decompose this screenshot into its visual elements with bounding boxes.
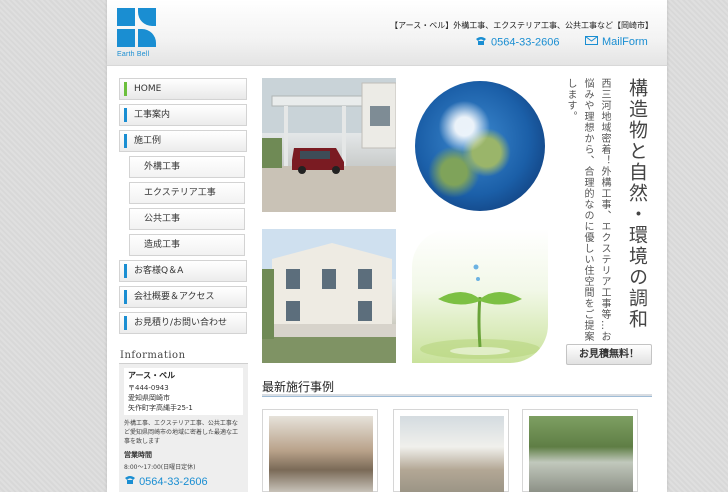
main-subtext: 西三河地域密着！外構工事、エクステリア工事等…お悩みや理想から、合理的なのに優し… <box>565 78 610 342</box>
info-address-block: アース・ベル 〒444-0943 愛知県岡崎市 矢作町字高縄手25-1 <box>124 368 243 415</box>
address-line-1: 愛知県岡崎市 <box>128 394 170 402</box>
recent-works-heading: 最新施行事例 <box>262 380 335 394</box>
nav-sub-public-works[interactable]: 公共工事 <box>129 208 245 230</box>
sprout-image <box>412 229 548 363</box>
nav-sub-exterior-construction[interactable]: エクステリア工事 <box>129 182 245 204</box>
recent-work-card[interactable] <box>522 409 638 492</box>
recent-work-card[interactable] <box>262 409 378 492</box>
globe <box>415 81 545 211</box>
main-headline: 構造物と自然・環境の調和 <box>626 78 648 330</box>
sidebar-nav: HOME 工事案内 施工例 外構工事 エクステリア工事 公共工事 造成工事 お客… <box>119 78 247 338</box>
nav-label: 会社概要＆アクセス <box>134 292 215 302</box>
company-description: 外構工事、エクステリア工事、公共工事など愛知県岡崎市の地域に密着した最適な工事を… <box>124 420 239 445</box>
free-estimate-button[interactable]: お見積無料！ <box>566 344 652 365</box>
logo-square <box>117 29 135 47</box>
nav-label: 工事案内 <box>134 110 171 120</box>
information-heading: Information <box>120 350 186 361</box>
header-phone-number: 0564-33-2606 <box>491 36 560 49</box>
header-phone[interactable]: 0564-33-2606 <box>475 36 560 49</box>
nav-label: 造成工事 <box>144 240 181 250</box>
house-photo <box>262 229 396 363</box>
nav-label: エクステリア工事 <box>144 188 216 198</box>
recent-works-divider <box>262 394 652 397</box>
nav-home[interactable]: HOME <box>119 78 247 100</box>
logo-square <box>117 8 135 26</box>
mailform-label: MailForm <box>602 36 648 48</box>
info-phone[interactable]: 0564-33-2606 <box>124 475 243 488</box>
earth-globe-image <box>412 78 548 214</box>
recent-work-thumbnail <box>269 416 373 492</box>
earth-bell-logo[interactable]: Earth Bell <box>117 8 159 58</box>
business-hours-title: 営業時間 <box>124 451 152 459</box>
phone-icon <box>124 476 139 488</box>
business-hours: 8:00～17:00(日曜日定休) <box>124 464 196 471</box>
nav-sub-land-development[interactable]: 造成工事 <box>129 234 245 256</box>
mailform-link[interactable]: MailForm <box>585 36 648 48</box>
nav-label: 外構工事 <box>144 162 181 172</box>
nav-label: お見積り/お問い合わせ <box>134 318 228 328</box>
phone-icon <box>475 36 487 49</box>
recent-work-thumbnail <box>400 416 504 492</box>
logo-text: Earth Bell <box>117 51 150 58</box>
nav-sub-exterior-works[interactable]: 外構工事 <box>129 156 245 178</box>
nav-company-access[interactable]: 会社概要＆アクセス <box>119 286 247 308</box>
carport-photo <box>262 78 396 212</box>
nav-faq[interactable]: お客様Q＆A <box>119 260 247 282</box>
nav-examples[interactable]: 施工例 <box>119 130 247 152</box>
recent-work-thumbnail <box>529 416 633 492</box>
company-name: アース・ベル <box>128 371 176 380</box>
recent-work-card[interactable] <box>393 409 509 492</box>
logo-square <box>138 8 156 26</box>
nav-label: HOME <box>134 84 162 94</box>
nav-estimate-contact[interactable]: お見積り/お問い合わせ <box>119 312 247 334</box>
information-box: アース・ベル 〒444-0943 愛知県岡崎市 矢作町字高縄手25-1 外構工事… <box>119 363 248 492</box>
nav-label: 施工例 <box>134 136 162 146</box>
mail-icon <box>585 36 598 48</box>
info-phone-number: 0564-33-2606 <box>139 476 208 488</box>
address-line-2: 矢作町字高縄手25-1 <box>128 404 193 412</box>
nav-construction-guide[interactable]: 工事案内 <box>119 104 247 126</box>
logo-square <box>138 29 156 47</box>
postal-code: 〒444-0943 <box>128 384 169 392</box>
nav-label: お客様Q＆A <box>134 266 184 276</box>
site-tagline: 【アース・ベル】外構工事、エクステリア工事、公共工事など【岡崎市】 <box>390 21 653 30</box>
nav-label: 公共工事 <box>144 214 181 224</box>
site-header: Earth Bell 【アース・ベル】外構工事、エクステリア工事、公共工事など【… <box>107 0 667 66</box>
